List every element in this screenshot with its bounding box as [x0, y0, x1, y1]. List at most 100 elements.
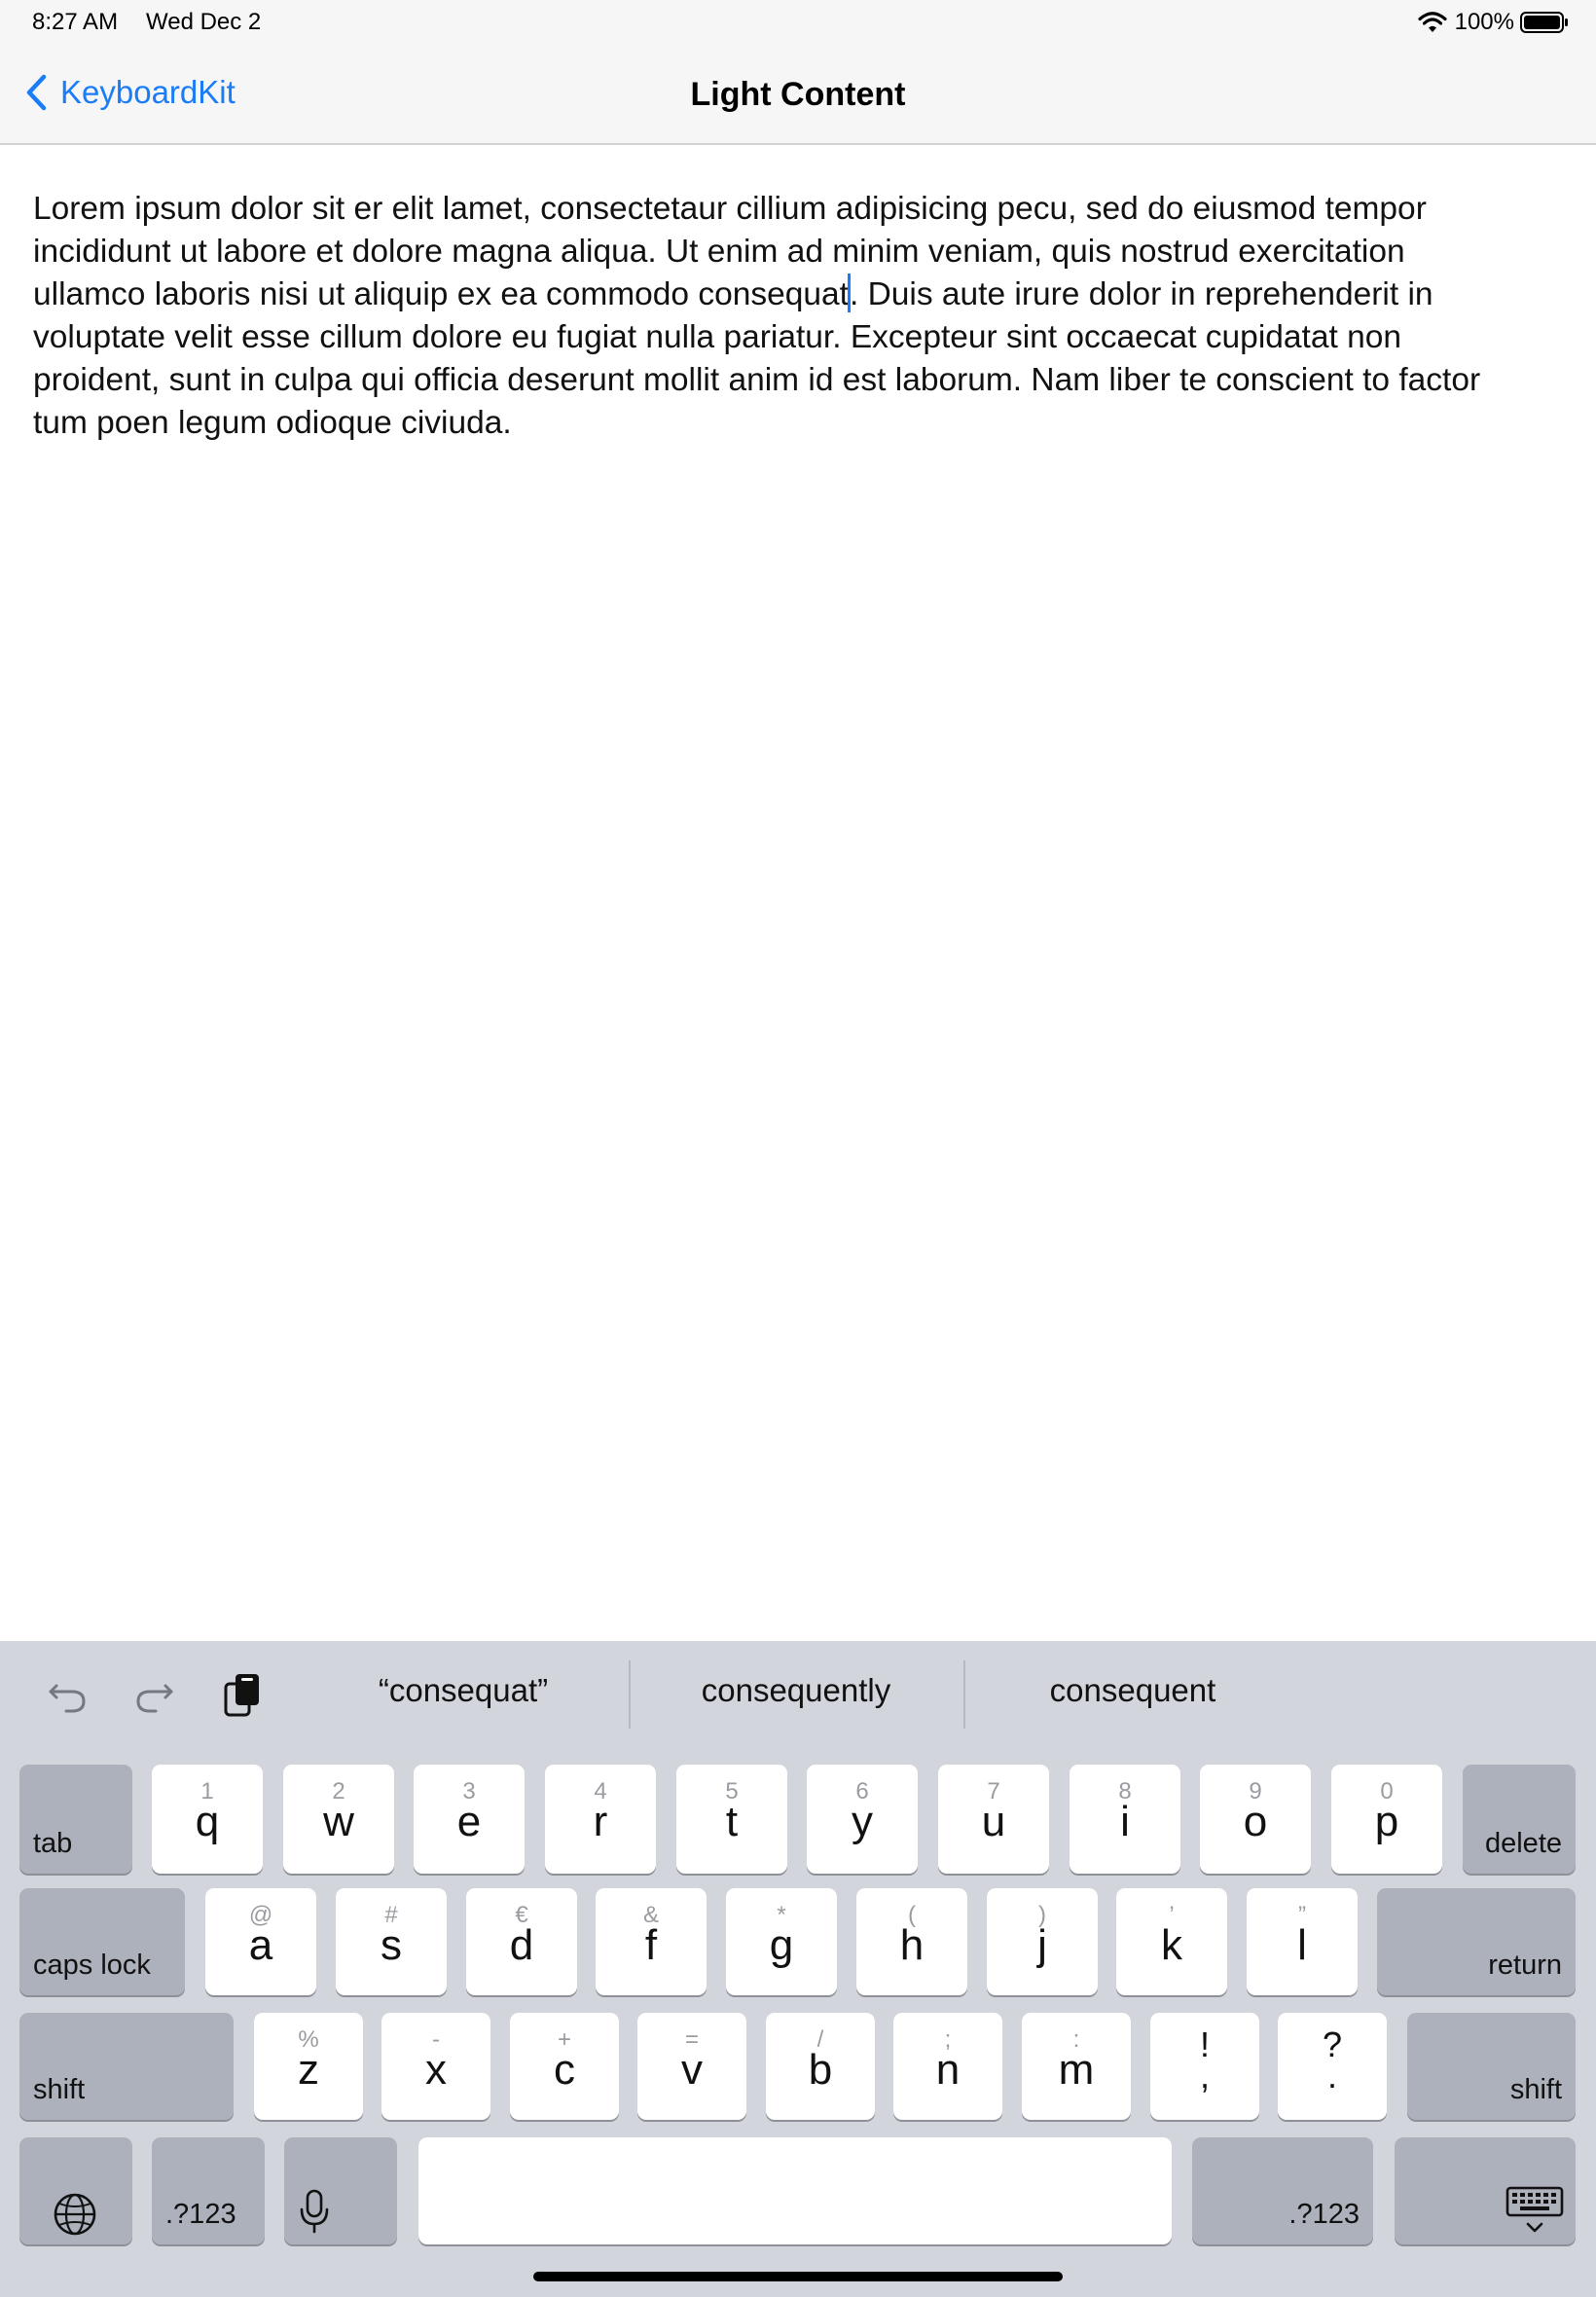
- suggestion-2[interactable]: consequently: [650, 1672, 942, 1709]
- undo-icon[interactable]: [43, 1670, 91, 1719]
- battery-icon: [1520, 12, 1568, 33]
- key-b[interactable]: / b: [766, 2013, 875, 2120]
- key-d[interactable]: € d: [466, 1888, 577, 1995]
- battery-percent: 100%: [1454, 9, 1514, 35]
- delete-key[interactable]: delete: [1463, 1765, 1576, 1874]
- key-g[interactable]: * g: [726, 1888, 837, 1995]
- return-key[interactable]: return: [1377, 1888, 1576, 1995]
- key-letter: w: [323, 1798, 354, 1845]
- key-e[interactable]: 3e: [414, 1765, 525, 1874]
- key-o[interactable]: 9o: [1200, 1765, 1311, 1874]
- key-q[interactable]: 1q: [152, 1765, 263, 1874]
- home-indicator: [533, 2272, 1063, 2281]
- key-p[interactable]: 0p: [1331, 1765, 1442, 1874]
- key-u[interactable]: 7u: [938, 1765, 1049, 1874]
- key-n[interactable]: ; n: [893, 2013, 1002, 2120]
- key-letter: v: [681, 2046, 703, 2094]
- key-k[interactable]: ’ k: [1116, 1888, 1227, 1995]
- key-t[interactable]: 5t: [676, 1765, 787, 1874]
- key-z[interactable]: % z: [254, 2013, 363, 2120]
- text-line: incididunt ut labore et dolore magna ali…: [33, 234, 1405, 270]
- key-bottom-symbol: ,: [1199, 2056, 1210, 2096]
- wifi-icon: [1418, 12, 1447, 32]
- numbers-key-right[interactable]: .?123: [1192, 2137, 1373, 2244]
- navigation-bar: KeyboardKit Light Content: [0, 49, 1596, 145]
- caps-lock-key[interactable]: caps lock: [19, 1888, 185, 1995]
- key-letter: g: [769, 1921, 794, 1969]
- page-title: Light Content: [690, 76, 906, 113]
- suggestion-bar: “consequat” consequently consequent: [0, 1641, 1596, 1748]
- key-letter: s: [381, 1921, 402, 1969]
- key-letter: q: [195, 1798, 220, 1845]
- status-indicators: 100%: [1418, 9, 1569, 36]
- key-s[interactable]: # s: [336, 1888, 447, 1995]
- key-letter: j: [1037, 1921, 1047, 1969]
- suggestion-3[interactable]: consequent: [987, 1672, 1279, 1709]
- dictation-key[interactable]: [284, 2137, 397, 2244]
- microphone-icon: [300, 2189, 329, 2234]
- key-letter: k: [1161, 1921, 1182, 1969]
- key-h[interactable]: (h: [856, 1888, 967, 1995]
- key-letter: c: [554, 2046, 575, 2094]
- text-line: proident, sunt in culpa qui officia dese…: [33, 362, 1481, 398]
- key-letter: e: [456, 1798, 482, 1845]
- key-letter: y: [852, 1798, 873, 1845]
- key-m[interactable]: :m: [1022, 2013, 1131, 2120]
- key-w[interactable]: 2w: [283, 1765, 394, 1874]
- suggestion-1[interactable]: “consequat”: [317, 1672, 609, 1709]
- key-letter: u: [981, 1798, 1006, 1845]
- key-c[interactable]: + c: [510, 2013, 619, 2120]
- shift-label: shift: [33, 2074, 86, 2105]
- key-v[interactable]: = v: [637, 2013, 746, 2120]
- text-line-with-caret: ullamco laboris nisi ut aliquip ex ea co…: [33, 273, 1551, 316]
- keyboard-dismiss-icon: [1505, 2186, 1564, 2233]
- text-line: tum poen legum odioque civiuda.: [33, 405, 512, 441]
- key-a[interactable]: @ a: [205, 1888, 316, 1995]
- key-letter: i: [1120, 1798, 1130, 1845]
- key-i[interactable]: 8i: [1070, 1765, 1180, 1874]
- key-letter: r: [593, 1798, 608, 1845]
- text-view[interactable]: Lorem ipsum dolor sit er elit lamet, con…: [33, 188, 1551, 445]
- key-r[interactable]: 4r: [545, 1765, 656, 1874]
- key-f[interactable]: & f: [596, 1888, 707, 1995]
- key-letter: p: [1374, 1798, 1399, 1845]
- key-l[interactable]: ” l: [1247, 1888, 1358, 1995]
- keyboard: “consequat” consequently consequent tab …: [0, 1641, 1596, 2297]
- right-shift-key[interactable]: shift: [1407, 2013, 1576, 2120]
- text-before-caret: ullamco laboris nisi ut aliquip ex ea co…: [33, 276, 849, 312]
- key-y[interactable]: 6y: [807, 1765, 918, 1874]
- status-time: 8:27 AM: [32, 9, 119, 35]
- key-letter: h: [899, 1921, 925, 1969]
- globe-key[interactable]: [19, 2137, 132, 2244]
- key-letter: z: [298, 2046, 319, 2094]
- key-letter: o: [1243, 1798, 1268, 1845]
- key-letter: t: [725, 1798, 739, 1845]
- delete-key-label: delete: [1484, 1828, 1562, 1859]
- text-line: Lorem ipsum dolor sit er elit lamet, con…: [33, 191, 1427, 227]
- text-line: voluptate velit esse cillum dolore eu fu…: [33, 319, 1401, 355]
- caps-lock-label: caps lock: [33, 1950, 151, 1981]
- text-after-caret: . Duis aute irure dolor in reprehenderit…: [849, 276, 1433, 312]
- key-question-period[interactable]: ?.: [1278, 2013, 1387, 2120]
- tab-key[interactable]: tab: [19, 1765, 132, 1874]
- status-bar: 8:27 AM Wed Dec 2 100%: [0, 0, 1596, 49]
- suggestion-divider: [629, 1660, 631, 1729]
- numbers-key-label: .?123: [1288, 2199, 1360, 2230]
- tab-key-label: tab: [33, 1828, 73, 1859]
- numbers-key-label: .?123: [165, 2199, 236, 2230]
- dismiss-keyboard-key[interactable]: [1395, 2137, 1576, 2244]
- key-letter: b: [808, 2046, 833, 2094]
- shift-label: shift: [1509, 2074, 1562, 2105]
- key-letter: n: [935, 2046, 961, 2094]
- key-bottom-symbol: .: [1326, 2056, 1337, 2096]
- key-x[interactable]: -x: [381, 2013, 490, 2120]
- key-j[interactable]: ) j: [987, 1888, 1098, 1995]
- key-letter: m: [1058, 2046, 1095, 2094]
- numbers-key-left[interactable]: .?123: [152, 2137, 265, 2244]
- key-exclamation-comma[interactable]: !,: [1150, 2013, 1259, 2120]
- clipboard-icon[interactable]: [218, 1670, 267, 1719]
- redo-icon[interactable]: [130, 1670, 179, 1719]
- globe-icon: [54, 2193, 96, 2236]
- space-bar[interactable]: [418, 2137, 1172, 2244]
- left-shift-key[interactable]: shift: [19, 2013, 234, 2120]
